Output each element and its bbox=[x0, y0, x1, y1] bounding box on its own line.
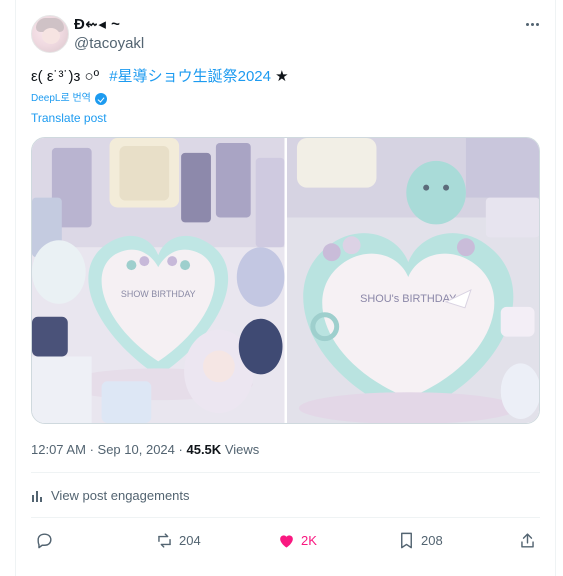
cake-with-acrylic-stands-photo[interactable]: SHOW BIRTHDAY bbox=[32, 138, 285, 423]
deepl-check-icon bbox=[94, 92, 107, 105]
post-time: 12:07 AM bbox=[31, 442, 86, 457]
views-label: Views bbox=[224, 442, 260, 457]
reply-button[interactable] bbox=[35, 531, 59, 550]
post-date: Sep 10, 2024 bbox=[97, 442, 175, 457]
engagements-label: View post engagements bbox=[51, 488, 190, 503]
bookmark-count: 208 bbox=[421, 532, 443, 548]
heart-cake-closeup-photo[interactable]: SHOU's BIRTHDAY bbox=[286, 138, 539, 423]
post-text-suffix: ★ bbox=[275, 68, 289, 85]
translate-post-link[interactable]: Translate post bbox=[31, 110, 107, 126]
more-horizontal-icon[interactable] bbox=[522, 16, 542, 32]
avatar-face bbox=[42, 28, 60, 44]
separator-dot-2: · bbox=[178, 442, 183, 457]
repost-button[interactable]: 204 bbox=[155, 531, 201, 550]
repost-icon bbox=[158, 533, 171, 548]
view-engagements-link[interactable]: View post engagements bbox=[31, 487, 190, 505]
heart-icon bbox=[280, 535, 293, 548]
user-handle[interactable]: @tacoyakl bbox=[74, 35, 144, 53]
repost-count: 204 bbox=[179, 532, 201, 548]
divider-bottom bbox=[31, 517, 540, 518]
deepl-label: DeepL로 번역 bbox=[31, 93, 91, 104]
frame-border-left bbox=[15, 0, 16, 576]
deepl-translate-link[interactable]: DeepL로 번역 bbox=[31, 92, 107, 105]
cake-text-photo2: SHOU's BIRTHDAY bbox=[360, 293, 457, 305]
display-name[interactable]: Ð⇜◂ ~ bbox=[74, 15, 120, 35]
views-count: 45.5K bbox=[186, 442, 222, 457]
post-text-prefix: ε( ε˙³˙)з ○º bbox=[31, 68, 100, 85]
reply-icon bbox=[37, 533, 52, 549]
divider-top bbox=[31, 472, 540, 473]
hashtag-link[interactable]: #星導ショウ生誕祭2024 bbox=[109, 68, 271, 85]
avatar[interactable] bbox=[31, 15, 69, 53]
share-icon bbox=[521, 533, 534, 548]
post-timestamp[interactable]: 12:07 AM · Sep 10, 2024 · 45.5K Views bbox=[31, 441, 259, 459]
bookmark-icon bbox=[401, 532, 412, 549]
separator-dot: · bbox=[89, 442, 94, 457]
like-count: 2K bbox=[301, 532, 317, 548]
bookmark-button[interactable]: 208 bbox=[397, 531, 443, 550]
like-button[interactable]: 2K bbox=[277, 531, 317, 550]
analytics-icon bbox=[32, 491, 42, 502]
cake-text-photo1: SHOW BIRTHDAY bbox=[121, 289, 196, 299]
frame-border-right bbox=[555, 0, 556, 576]
share-button[interactable] bbox=[518, 531, 542, 550]
post-text: ε( ε˙³˙)з ○º #星導ショウ生誕祭2024 ★ bbox=[31, 67, 289, 87]
media-grid: SHOW BIRTHDAY SHOU's BIRTHDAY bbox=[31, 137, 540, 424]
